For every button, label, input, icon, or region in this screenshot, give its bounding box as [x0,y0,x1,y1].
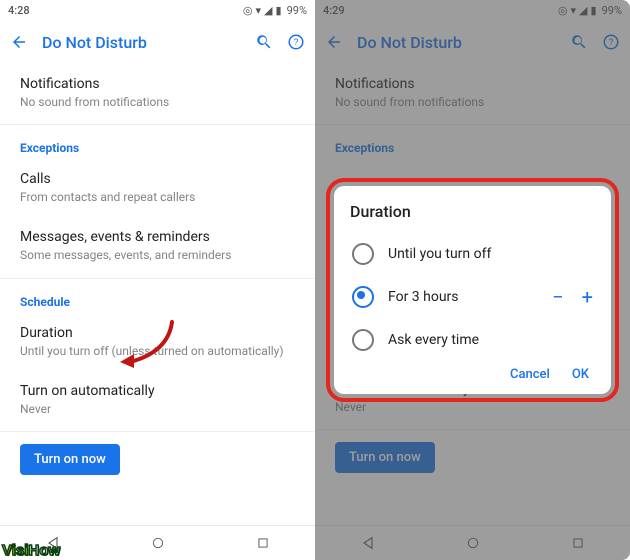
row-sub: Never [20,401,295,417]
screen-left: 4:28 ◎ ▾ ◢ ▮ 99% Do Not Disturb ? Notifi… [0,0,315,560]
vibrate-icon: ◎ [558,4,568,17]
dialog-actions: Cancel OK [350,361,595,384]
watermark-part-b: How [28,542,60,559]
nav-back-icon[interactable] [360,535,376,551]
search-icon[interactable] [255,33,273,51]
cancel-button[interactable]: Cancel [510,367,550,382]
nav-recent-icon[interactable] [256,536,270,550]
nav-home-icon[interactable] [151,536,165,550]
row-duration[interactable]: Duration Until you turn off (unless turn… [0,313,315,371]
wifi-icon: ▾ [256,4,262,17]
row-calls[interactable]: Calls From contacts and repeat callers [0,159,315,217]
duration-stepper: − + [552,285,593,309]
radio-option-for-hours[interactable]: For 3 hours − + [350,275,595,319]
row-sub: From contacts and repeat callers [20,189,295,205]
battery-icon: ▮ [591,4,597,17]
row-title: Notifications [335,76,610,92]
duration-dialog: Duration Until you turn off For 3 hours … [334,186,611,394]
page-title: Do Not Disturb [357,33,556,52]
svg-text:?: ? [608,37,613,47]
app-bar: Do Not Disturb ? [0,20,315,64]
visihow-watermark: VisiHow [2,543,60,558]
section-exceptions: Exceptions [0,127,315,159]
ok-button[interactable]: OK [572,367,589,382]
row-messages[interactable]: Messages, events & reminders Some messag… [0,217,315,275]
row-auto[interactable]: Turn on automatically Never [0,371,315,429]
row-title: Calls [20,171,295,187]
nav-recent-icon[interactable] [571,536,585,550]
row-sub: No sound from notifications [335,94,610,110]
app-bar: Do Not Disturb ? [315,20,630,64]
watermark-part-a: Visi [2,542,28,559]
dialog-title: Duration [350,202,595,221]
row-sub: Some messages, events, and reminders [20,247,295,263]
radio-label: For 3 hours [388,289,538,305]
wifi-icon: ▾ [571,4,577,17]
row-notifications[interactable]: Notifications No sound from notification… [315,64,630,122]
battery-percent: 99% [287,4,307,17]
radio-icon [352,286,374,308]
battery-icon: ▮ [276,4,282,17]
help-icon[interactable]: ? [602,33,620,51]
section-exceptions: Exceptions [315,127,630,159]
settings-content: Notifications No sound from notification… [0,64,315,525]
back-icon[interactable] [10,33,28,51]
status-bar: 4:28 ◎ ▾ ◢ ▮ 99% [0,0,315,20]
vibrate-icon: ◎ [243,4,253,17]
battery-percent: 99% [602,4,622,17]
row-title: Turn on automatically [20,383,295,399]
turn-on-button[interactable]: Turn on now [20,444,120,475]
nav-home-icon[interactable] [466,536,480,550]
status-icons: ◎ ▾ ◢ ▮ 99% [558,4,622,17]
page-title: Do Not Disturb [42,33,241,52]
minus-button[interactable]: − [552,285,563,309]
radio-icon [352,243,374,265]
signal-icon: ◢ [579,4,587,17]
status-time: 4:29 [323,4,345,17]
svg-text:?: ? [293,37,298,47]
section-schedule: Schedule [0,281,315,313]
signal-icon: ◢ [264,4,272,17]
search-icon[interactable] [570,33,588,51]
row-sub: No sound from notifications [20,94,295,110]
turn-on-button[interactable]: Turn on now [335,442,435,473]
row-title: Messages, events & reminders [20,229,295,245]
radio-option-ask[interactable]: Ask every time [350,319,595,361]
status-icons: ◎ ▾ ◢ ▮ 99% [243,4,307,17]
radio-option-until-off[interactable]: Until you turn off [350,233,595,275]
status-bar: 4:29 ◎ ▾ ◢ ▮ 99% [315,0,630,20]
row-notifications[interactable]: Notifications No sound from notification… [0,64,315,122]
back-icon[interactable] [325,33,343,51]
plus-button[interactable]: + [582,285,593,309]
row-title: Duration [20,325,295,341]
radio-icon [352,329,374,351]
row-sub: Until you turn off (unless turned on aut… [20,343,295,359]
status-time: 4:28 [8,4,30,17]
radio-label: Ask every time [388,332,593,348]
annotation-highlight: Duration Until you turn off For 3 hours … [326,178,619,402]
nav-bar [315,525,630,560]
radio-label: Until you turn off [388,246,593,262]
row-title: Notifications [20,76,295,92]
help-icon[interactable]: ? [287,33,305,51]
screen-right: 4:29 ◎ ▾ ◢ ▮ 99% Do Not Disturb ? Notifi… [315,0,630,560]
